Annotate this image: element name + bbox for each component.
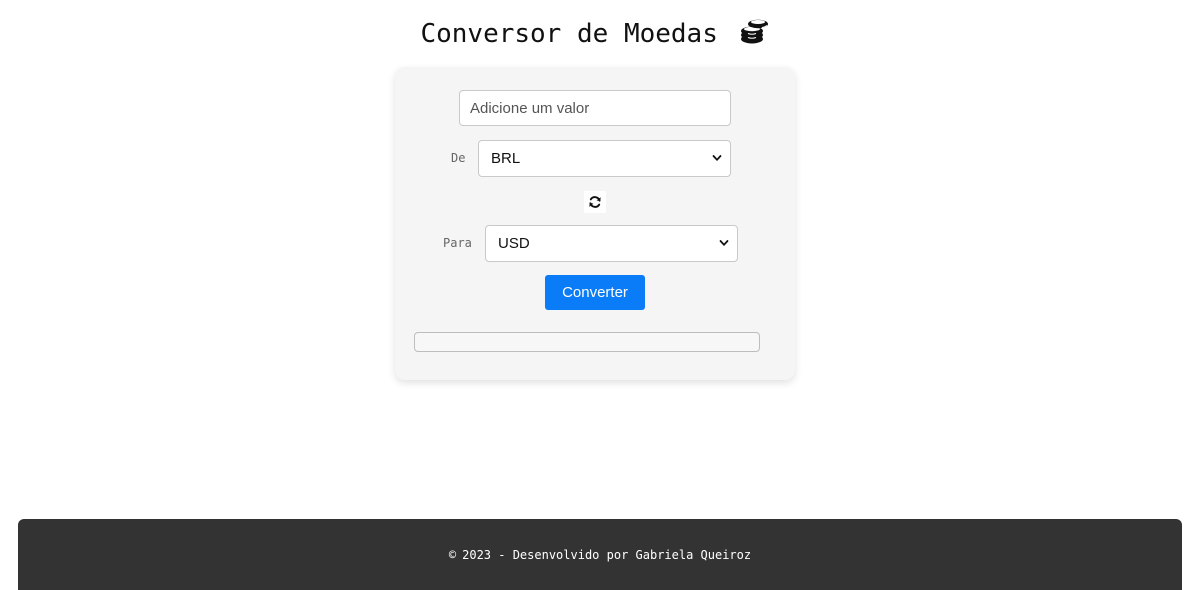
result-output [414,332,760,352]
to-label: Para [443,236,472,250]
footer: © 2023 - Desenvolvido por Gabriela Queir… [18,519,1182,590]
chevron-down-icon [719,240,729,246]
refresh-icon [589,196,601,208]
page-title: Conversor de Moedas [0,16,1190,53]
converter-card: De BRL Para USD Converter [395,67,795,380]
page-title-text: Conversor de Moedas [420,19,718,49]
from-currency-select[interactable]: BRL [478,140,731,177]
swap-currencies-button[interactable] [584,191,606,213]
amount-input[interactable] [459,90,731,126]
to-currency-value: USD [498,235,530,252]
copyright-icon: © [448,547,457,562]
coins-icon [740,16,770,53]
from-label: De [451,151,466,165]
convert-button[interactable]: Converter [545,275,645,310]
from-currency-value: BRL [491,150,521,167]
to-currency-select[interactable]: USD [485,225,738,262]
chevron-down-icon [712,155,722,161]
footer-text: 2023 - Desenvolvido por Gabriela Queiroz [462,547,752,562]
